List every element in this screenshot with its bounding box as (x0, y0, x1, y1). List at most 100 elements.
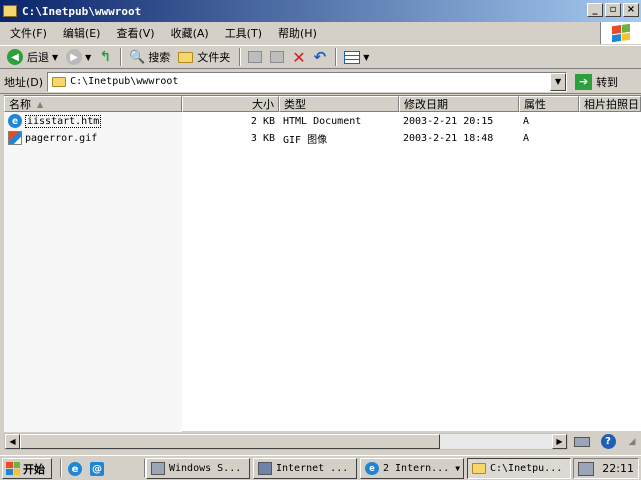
windows-flag-icon (612, 23, 630, 43)
folder-icon (472, 463, 486, 474)
toolbar-separator (120, 48, 123, 66)
column-header-name[interactable]: 名称 ▲ (4, 96, 182, 112)
horizontal-scrollbar[interactable]: ◀ ▶ (4, 433, 568, 450)
move-to-icon (248, 51, 263, 63)
restore-button[interactable]: ▫ (605, 3, 621, 17)
task-internet[interactable]: Internet ... (253, 458, 357, 479)
sort-ascending-icon: ▲ (37, 99, 44, 109)
address-value[interactable]: C:\Inetpub\wwwroot (70, 76, 178, 87)
menu-bar: 文件(F) 编辑(E) 查看(V) 收藏(A) 工具(T) 帮助(H) (0, 22, 600, 44)
folders-button[interactable]: 文件夹 (175, 47, 233, 67)
network-status (572, 433, 592, 450)
search-button[interactable]: 🔍 搜索 (126, 47, 173, 67)
up-button[interactable]: ↰ (96, 47, 114, 67)
scroll-right-button[interactable]: ▶ (552, 434, 567, 449)
column-header-date-taken[interactable]: 相片拍照日 (579, 96, 641, 112)
task-windows-settings[interactable]: Windows S... (146, 458, 250, 479)
column-header-attributes[interactable]: 属性 (519, 96, 579, 112)
copy-to-button[interactable] (267, 47, 287, 67)
search-icon: 🔍 (129, 49, 146, 65)
address-label: 地址(D) (4, 75, 44, 89)
go-label: 转到 (596, 75, 619, 89)
clock[interactable]: 22:11 (602, 462, 634, 475)
file-type: HTML Document (283, 115, 362, 127)
help-icon: ? (600, 434, 616, 449)
file-type: GIF 图像 (283, 134, 328, 146)
file-size: 3 KB (250, 132, 275, 144)
minimize-button[interactable]: _ (587, 3, 603, 17)
close-button[interactable]: × (623, 3, 639, 17)
window-title: C:\Inetpub\wwwroot (22, 4, 142, 18)
file-name[interactable]: pagerror.gif (25, 133, 97, 144)
menu-edit[interactable]: 编辑(E) (57, 25, 107, 41)
network-tray-icon[interactable] (578, 461, 594, 476)
internet-explorer-icon: e (365, 462, 379, 475)
task-inetpub-folder[interactable]: C:\Inetpu... (467, 458, 571, 479)
file-attributes: A (523, 132, 530, 144)
internet-explorer-icon: e (68, 462, 82, 476)
help-status[interactable]: ? (598, 433, 618, 450)
file-modified: 2003-2-21 18:48 (403, 132, 494, 144)
ie-document-icon: e (8, 114, 22, 128)
file-row[interactable]: pagerror.gif 3 KB GIF 图像 2003-2-21 18:48… (4, 130, 641, 146)
forward-arrow-icon: ▶ (66, 49, 83, 65)
windows-logo (600, 22, 641, 44)
scroll-left-button[interactable]: ◀ (5, 434, 20, 449)
views-dropdown-icon[interactable]: ▼ (363, 53, 369, 62)
undo-button[interactable]: ↶ (311, 47, 330, 67)
group-dropdown-icon: ▼ (455, 464, 461, 473)
delete-x-icon: ✕ (292, 47, 306, 67)
file-row[interactable]: e iisstart.htm 2 KB HTML Document 2003-2… (4, 113, 641, 129)
toolbar-separator (335, 48, 338, 66)
go-arrow-icon: ➔ (575, 73, 593, 90)
file-modified: 2003-2-21 20:15 (403, 115, 494, 127)
folder-icon (3, 5, 17, 17)
file-name[interactable]: iisstart.htm (25, 114, 102, 128)
gif-image-icon (8, 131, 22, 145)
title-bar[interactable]: C:\Inetpub\wwwroot _ ▫ × (0, 0, 641, 22)
network-icon (574, 436, 590, 447)
go-button[interactable]: ➔ 转到 (575, 73, 619, 90)
start-button[interactable]: 开始 (2, 458, 52, 479)
move-to-button[interactable] (245, 47, 265, 67)
menu-help[interactable]: 帮助(H) (272, 25, 323, 41)
undo-icon: ↶ (313, 48, 327, 66)
column-header-type[interactable]: 类型 (279, 96, 399, 112)
folder-icon (178, 51, 194, 63)
address-input[interactable]: C:\Inetpub\wwwroot ▼ (47, 71, 568, 92)
scroll-thumb[interactable] (20, 434, 440, 449)
menu-tools[interactable]: 工具(T) (219, 25, 268, 41)
iis-icon (258, 462, 272, 475)
folder-up-icon: ↰ (99, 49, 112, 65)
toolbar-separator (239, 48, 242, 66)
forward-dropdown-icon[interactable]: ▼ (85, 53, 91, 62)
resize-grip[interactable]: ◢ (622, 433, 641, 450)
folder-icon (52, 76, 67, 87)
task-internet-explorer-group[interactable]: e 2 Intern... ▼ (360, 458, 464, 479)
menu-view[interactable]: 查看(V) (110, 25, 160, 41)
back-dropdown-icon[interactable]: ▼ (52, 53, 58, 62)
copy-to-icon (270, 51, 285, 63)
windows-flag-icon (6, 462, 20, 475)
address-bar: 地址(D) C:\Inetpub\wwwroot ▼ ➔ 转到 (0, 70, 641, 94)
column-header-size[interactable]: 大小 (182, 96, 279, 112)
window-icon (151, 462, 165, 475)
folders-label: 文件夹 (197, 51, 231, 64)
quicklaunch-outlook[interactable]: @ (88, 460, 106, 478)
back-button[interactable]: ◀ 后退 ▼ (4, 47, 61, 67)
delete-button[interactable]: ✕ (289, 47, 308, 67)
toolbar: ◀ 后退 ▼ ▶ ▼ ↰ 🔍 搜索 文件夹 ✕ ↶ ▼ (0, 45, 641, 69)
outlook-express-icon: @ (90, 462, 104, 476)
forward-button[interactable]: ▶ ▼ (63, 47, 94, 67)
sorted-column-shading (4, 112, 182, 432)
quicklaunch-ie[interactable]: e (66, 460, 84, 478)
window-controls: _ ▫ × (585, 3, 639, 17)
views-button[interactable]: ▼ (341, 47, 372, 67)
menu-file[interactable]: 文件(F) (4, 25, 53, 41)
column-header-modified[interactable]: 修改日期 (399, 96, 519, 112)
column-headers: 名称 ▲ 大小 类型 修改日期 属性 相片拍照日 (4, 96, 641, 112)
file-list[interactable]: 名称 ▲ 大小 类型 修改日期 属性 相片拍照日 e iisstart.htm … (4, 95, 641, 432)
start-label: 开始 (23, 462, 45, 476)
menu-favorites[interactable]: 收藏(A) (165, 25, 215, 41)
address-dropdown-icon[interactable]: ▼ (550, 72, 567, 91)
